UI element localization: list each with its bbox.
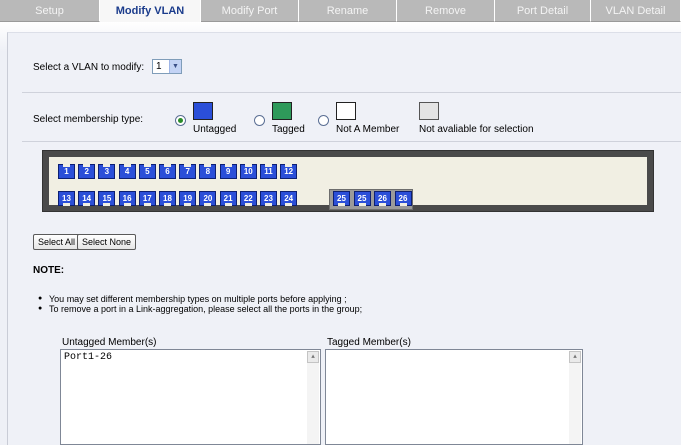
chevron-down-icon[interactable]: ▼ — [169, 60, 181, 73]
sfp-port-26[interactable]: 26 — [394, 191, 412, 206]
note-item: To remove a port in a Link-aggregation, … — [38, 304, 362, 314]
radio-untagged[interactable] — [175, 115, 186, 126]
tab-port-detail[interactable]: Port Detail — [495, 0, 591, 22]
tagged-swatch — [272, 102, 292, 120]
port-18[interactable]: 18 — [159, 191, 176, 206]
switch-face: 1 2 3 4 5 6 7 8 9 10 11 12 13 14 15 16 17 18 19 20 21 22 23 24 2… — [49, 157, 647, 210]
membership-type-label: Select membership type: — [33, 114, 144, 125]
tab-rename[interactable]: Rename — [299, 0, 397, 22]
switch-panel: 1 2 3 4 5 6 7 8 9 10 11 12 13 14 15 16 17 18 19 20 21 22 23 24 2… — [42, 150, 654, 212]
untagged-label: Untagged — [193, 124, 237, 135]
tab-modify-vlan[interactable]: Modify VLAN — [100, 0, 201, 22]
tab-bar: Setup Modify VLAN Modify Port Rename Rem… — [0, 0, 681, 22]
port-5[interactable]: 5 — [138, 164, 156, 179]
port-14[interactable]: 14 — [78, 191, 96, 206]
tagged-label: Tagged — [272, 124, 305, 135]
port-3[interactable]: 3 — [98, 164, 116, 179]
tab-remove[interactable]: Remove — [397, 0, 495, 22]
separator — [22, 92, 681, 93]
untagged-members-label: Untagged Member(s) — [62, 337, 157, 348]
port-20[interactable]: 20 — [199, 191, 217, 206]
port-15[interactable]: 15 — [98, 191, 116, 206]
vlan-select-value: 1 — [156, 61, 162, 72]
port-21[interactable]: 21 — [219, 191, 237, 206]
port-2[interactable]: 2 — [78, 164, 96, 179]
port-4[interactable]: 4 — [118, 164, 136, 179]
select-none-button[interactable]: Select None — [77, 234, 137, 250]
tagged-members-label: Tagged Member(s) — [327, 337, 411, 348]
tab-vlan-detail[interactable]: VLAN Detail — [591, 0, 681, 22]
separator — [22, 141, 681, 142]
port-1[interactable]: 1 — [58, 164, 75, 179]
scrollbar[interactable] — [569, 363, 581, 444]
untagged-members-textarea[interactable]: Port1-26 ▲ — [60, 349, 321, 445]
port-23[interactable]: 23 — [260, 191, 277, 206]
port-17[interactable]: 17 — [138, 191, 156, 206]
vlan-select-label: Select a VLAN to modify: — [33, 62, 145, 73]
sfp-port-25[interactable]: 25 — [353, 191, 371, 206]
tab-setup[interactable]: Setup — [0, 0, 100, 22]
radio-tagged[interactable] — [254, 115, 265, 126]
tab-modify-port[interactable]: Modify Port — [201, 0, 299, 22]
not-available-swatch — [419, 102, 439, 120]
vlan-select[interactable]: 1 ▼ — [152, 59, 182, 74]
radio-not-a-member[interactable] — [318, 115, 329, 126]
scroll-up-icon[interactable]: ▲ — [307, 351, 319, 363]
not-a-member-swatch — [336, 102, 356, 120]
untagged-swatch — [193, 102, 213, 120]
not-available-label: Not avaliable for selection — [419, 124, 534, 135]
port-8[interactable]: 8 — [199, 164, 217, 179]
scrollbar[interactable] — [307, 363, 319, 444]
sfp-port-26[interactable]: 26 — [374, 191, 391, 206]
port-9[interactable]: 9 — [219, 164, 237, 179]
port-13[interactable]: 13 — [58, 191, 75, 206]
note-title: NOTE: — [33, 265, 65, 276]
port-10[interactable]: 10 — [239, 164, 257, 179]
port-12[interactable]: 12 — [280, 164, 298, 179]
port-22[interactable]: 22 — [239, 191, 257, 206]
note-item: You may set different membership types o… — [38, 294, 347, 304]
select-all-button[interactable]: Select All — [33, 234, 81, 250]
port-7[interactable]: 7 — [179, 164, 197, 179]
port-24[interactable]: 24 — [280, 191, 298, 206]
port-11[interactable]: 11 — [260, 164, 277, 179]
port-16[interactable]: 16 — [118, 191, 136, 206]
untagged-members-value: Port1-26 — [64, 352, 113, 363]
port-19[interactable]: 19 — [179, 191, 197, 206]
tagged-members-textarea[interactable]: ▲ — [325, 349, 583, 445]
scroll-up-icon[interactable]: ▲ — [569, 351, 581, 363]
port-6[interactable]: 6 — [159, 164, 176, 179]
not-a-member-label: Not A Member — [336, 124, 400, 135]
sfp-port-25[interactable]: 25 — [333, 191, 350, 206]
